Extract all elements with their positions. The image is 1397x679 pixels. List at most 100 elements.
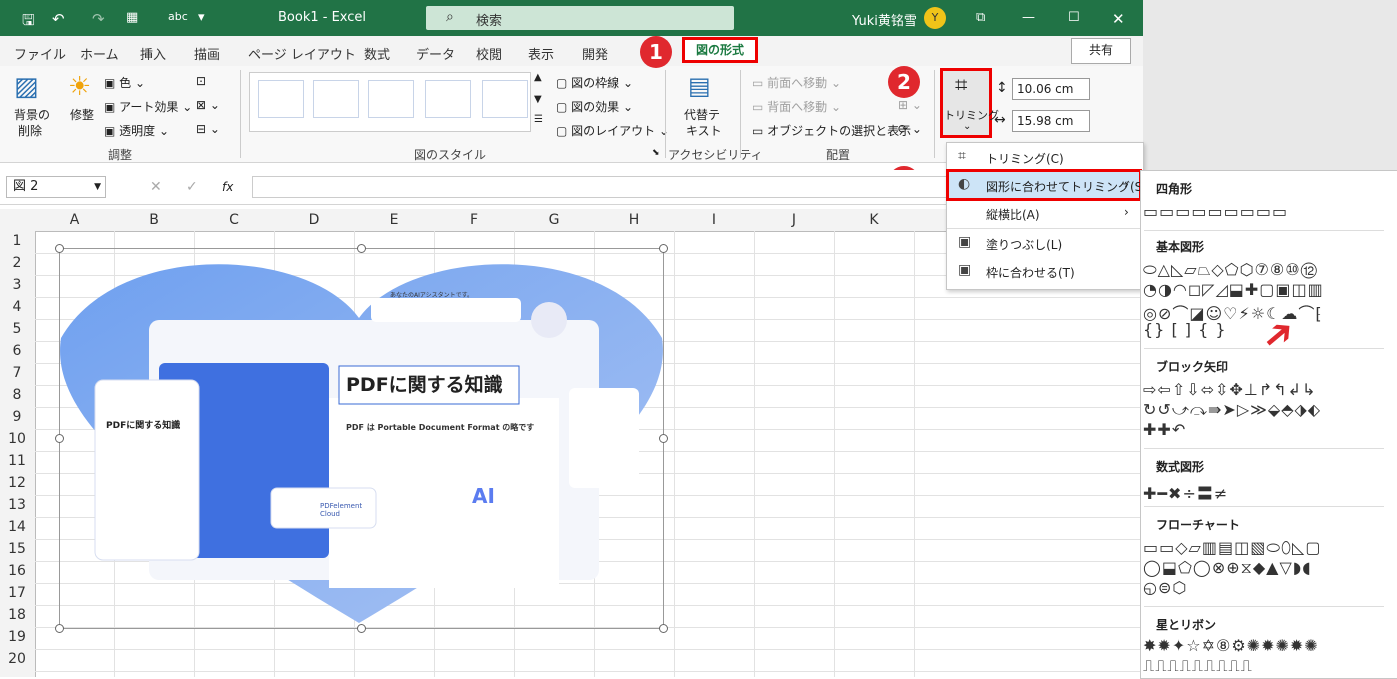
row-header-2[interactable]: 2 <box>0 255 34 271</box>
search-box[interactable]: ⌕ 検索 <box>426 6 734 30</box>
ribbon-display-icon[interactable]: ⧉ <box>976 10 985 25</box>
menu-item-crop-to-shape[interactable]: 図形に合わせてトリミング(S) <box>986 178 1147 195</box>
column-header-d[interactable]: D <box>304 212 324 228</box>
heart-picture[interactable] <box>59 248 665 630</box>
rotate-icon[interactable]: ⟳ ⌄ <box>898 122 922 136</box>
crop-button[interactable]: ⌗ トリミング ⌄ <box>940 68 999 138</box>
name-box[interactable]: 図 2 ▼ <box>6 176 106 198</box>
undo-icon[interactable]: ↶ <box>52 10 65 28</box>
column-header-h[interactable]: H <box>624 212 644 228</box>
row-header-7[interactable]: 7 <box>0 365 34 381</box>
style-option[interactable] <box>368 80 414 118</box>
tab-view[interactable]: 表示 <box>528 44 554 63</box>
align-icon[interactable]: ⊞ ⌄ <box>898 98 922 112</box>
row-header-14[interactable]: 14 <box>0 519 34 535</box>
reset-picture-icon[interactable]: ⊟ ⌄ <box>196 122 220 136</box>
tab-developer[interactable]: 開発 <box>582 44 608 63</box>
resize-handle[interactable] <box>659 244 668 253</box>
compress-icon[interactable]: ⊡ <box>196 74 206 88</box>
gallery-more-icon[interactable]: ☰ <box>534 114 543 125</box>
row-header-13[interactable]: 13 <box>0 497 34 513</box>
save-icon[interactable]: 🖫 <box>22 10 35 35</box>
maximize-icon[interactable]: ☐ <box>1068 10 1080 25</box>
gallery-up-icon[interactable]: ▲ <box>534 72 542 83</box>
tab-file[interactable]: ファイル <box>14 44 66 63</box>
style-option[interactable] <box>425 80 471 118</box>
alt-text-label-1[interactable]: 代替テ <box>684 106 720 123</box>
menu-item-aspect-ratio[interactable]: 縦横比(A) <box>986 206 1040 223</box>
shape-row[interactable]: ⇨⇦⇧⇩⬄⇳✥⊥↱↰↲↳ <box>1143 380 1316 399</box>
style-option[interactable] <box>258 80 304 118</box>
row-header-12[interactable]: 12 <box>0 475 34 491</box>
resize-handle[interactable] <box>357 244 366 253</box>
tab-page-layout[interactable]: ページ レイアウト <box>248 44 356 63</box>
enter-icon[interactable]: ✓ <box>186 179 198 195</box>
column-header-e[interactable]: E <box>384 212 404 228</box>
remove-background-icon[interactable]: ▨ <box>14 72 39 102</box>
resize-handle[interactable] <box>55 624 64 633</box>
column-header-g[interactable]: G <box>544 212 564 228</box>
row-header-3[interactable]: 3 <box>0 277 34 293</box>
resize-handle[interactable] <box>659 624 668 633</box>
resize-handle[interactable] <box>659 434 668 443</box>
row-header-20[interactable]: 20 <box>0 651 34 667</box>
share-button[interactable]: 共有 <box>1071 38 1131 64</box>
picture-effects-button[interactable]: ▢ 図の効果 ⌄ <box>556 98 633 115</box>
shape-row[interactable]: ⬭△◺▱⏢◇⬠⬡⑦⑧⑩⑫ <box>1143 260 1318 280</box>
row-header-19[interactable]: 19 <box>0 629 34 645</box>
customize-icon[interactable]: ▾ <box>198 10 205 25</box>
menu-item-crop[interactable]: トリミング(C) <box>986 150 1064 167</box>
dialog-launcher-icon[interactable]: ⬊ <box>652 148 660 158</box>
style-option[interactable] <box>482 80 528 118</box>
shape-row[interactable]: ✚✚↶ <box>1143 420 1186 439</box>
shape-row[interactable]: ✚━✖÷〓≠ <box>1143 480 1228 504</box>
style-option[interactable] <box>313 80 359 118</box>
menu-item-fill[interactable]: 塗りつぶし(L) <box>986 236 1062 253</box>
color-button[interactable]: ▣ 色 ⌄ <box>104 74 145 91</box>
tab-home[interactable]: ホーム <box>80 44 119 63</box>
tab-data[interactable]: データ <box>416 44 455 63</box>
tab-review[interactable]: 校閲 <box>476 44 502 63</box>
shape-row[interactable]: ▭▭▭▭▭▭▭▭▭ <box>1143 202 1288 221</box>
width-input[interactable]: 15.98 cm <box>1012 110 1090 132</box>
grid-icon[interactable]: ▦ <box>126 10 138 25</box>
column-header-a[interactable]: A <box>65 212 85 228</box>
row-header-6[interactable]: 6 <box>0 343 34 359</box>
resize-handle[interactable] <box>55 434 64 443</box>
row-header-17[interactable]: 17 <box>0 585 34 601</box>
column-header-b[interactable]: B <box>144 212 164 228</box>
row-header-4[interactable]: 4 <box>0 299 34 315</box>
remove-bg-label-2[interactable]: 削除 <box>18 122 42 139</box>
resize-handle[interactable] <box>55 244 64 253</box>
insert-function-icon[interactable]: fx <box>222 180 233 194</box>
height-input[interactable]: 10.06 cm <box>1012 78 1090 100</box>
row-header-16[interactable]: 16 <box>0 563 34 579</box>
row-header-11[interactable]: 11 <box>0 453 34 469</box>
shape-row[interactable]: ◵⊜⬡ <box>1143 578 1187 597</box>
row-header-9[interactable]: 9 <box>0 409 34 425</box>
shape-row[interactable]: ⎍⎍⎍⎍⎍⎍⎍⎍⎍ <box>1143 656 1253 676</box>
shape-row[interactable]: {} [ ] { } <box>1143 320 1227 339</box>
change-picture-icon[interactable]: ⊠ ⌄ <box>196 98 220 112</box>
remove-bg-label-1[interactable]: 背景の <box>14 106 50 123</box>
alt-text-icon[interactable]: ▤ <box>688 72 711 100</box>
column-header-f[interactable]: F <box>464 212 484 228</box>
selection-pane-button[interactable]: ▭ オブジェクトの選択と表示 <box>752 122 911 139</box>
tab-draw[interactable]: 描画 <box>194 44 220 63</box>
corrections-label[interactable]: 修整 <box>70 106 94 123</box>
row-header-8[interactable]: 8 <box>0 387 34 403</box>
send-backward-button[interactable]: ▭ 背面へ移動 ⌄ <box>752 98 841 115</box>
column-header-j[interactable]: J <box>784 212 804 228</box>
cancel-icon[interactable]: ✕ <box>150 179 162 195</box>
gallery-down-icon[interactable]: ▼ <box>534 94 542 105</box>
tab-picture-format[interactable]: 図の形式 <box>682 37 758 63</box>
avatar[interactable]: Y <box>924 7 946 29</box>
column-header-i[interactable]: I <box>704 212 724 228</box>
spelling-icon[interactable]: abc <box>168 10 188 23</box>
shape-row[interactable]: ↻↺⤻⤼⇛➤▷≫⬙⬘⬗⬖ <box>1143 400 1321 420</box>
row-header-10[interactable]: 10 <box>0 431 34 447</box>
row-header-5[interactable]: 5 <box>0 321 34 337</box>
alt-text-label-2[interactable]: キスト <box>686 122 722 139</box>
corrections-icon[interactable]: ☀ <box>68 72 91 102</box>
tab-insert[interactable]: 挿入 <box>140 44 166 63</box>
